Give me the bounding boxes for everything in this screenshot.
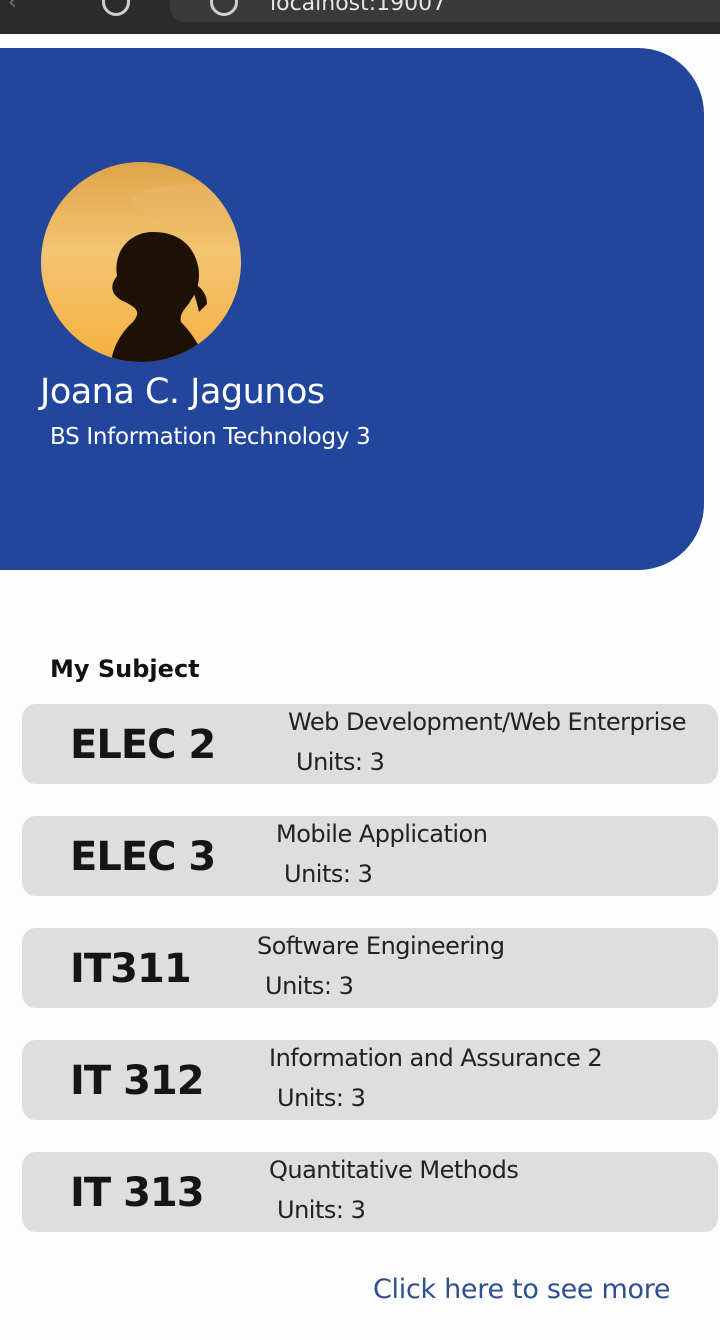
subject-name: Web Development/Web Enterprise (288, 708, 687, 736)
section-title: My Subject (50, 655, 200, 683)
avatar (41, 162, 241, 362)
subject-code: ELEC 3 (70, 834, 216, 880)
subject-card[interactable]: ELEC 2 Web Development/Web Enterprise Un… (22, 704, 718, 784)
address-bar-url[interactable]: localhost:19007 (270, 0, 446, 16)
reload-icon[interactable] (102, 0, 130, 16)
back-arrow-icon[interactable]: ‹ (8, 0, 17, 15)
avatar-image (41, 162, 241, 362)
subject-card[interactable]: IT311 Software Engineering Units: 3 (22, 928, 718, 1008)
see-more-link[interactable]: Click here to see more (373, 1274, 671, 1305)
subject-code: ELEC 2 (70, 722, 216, 768)
subject-name: Quantitative Methods (269, 1156, 519, 1184)
subject-code: IT 313 (70, 1170, 205, 1216)
subject-units: Units: 3 (265, 972, 354, 1000)
subject-code: IT311 (70, 946, 192, 992)
subject-units: Units: 3 (277, 1084, 366, 1112)
subject-units: Units: 3 (277, 1196, 366, 1224)
profile-program: BS Information Technology 3 (50, 424, 371, 450)
subject-card[interactable]: IT 312 Information and Assurance 2 Units… (22, 1040, 718, 1120)
subject-code: IT 312 (70, 1058, 205, 1104)
subject-name: Software Engineering (257, 932, 505, 960)
subject-name: Mobile Application (276, 820, 488, 848)
subject-name: Information and Assurance 2 (269, 1044, 603, 1072)
profile-name: Joana C. Jagunos (40, 372, 325, 412)
browser-toolbar: ‹ localhost:19007 (0, 0, 720, 34)
subject-card[interactable]: ELEC 3 Mobile Application Units: 3 (22, 816, 718, 896)
subject-units: Units: 3 (296, 748, 385, 776)
subject-units: Units: 3 (284, 860, 373, 888)
subject-card[interactable]: IT 313 Quantitative Methods Units: 3 (22, 1152, 718, 1232)
